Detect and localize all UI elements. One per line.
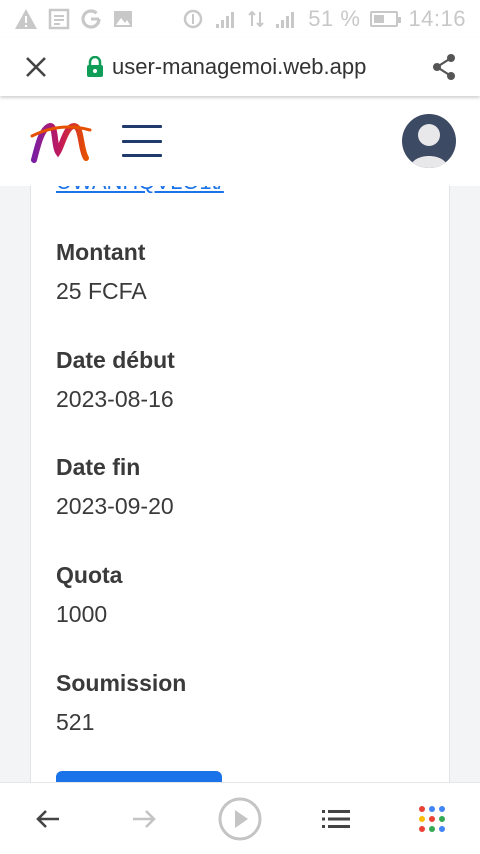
menu-icon-bar (122, 125, 162, 128)
field-value: 1000 (56, 601, 108, 627)
image-icon (114, 11, 132, 27)
notes-icon (48, 8, 70, 30)
field-date-debut: Date début 2023-08-16 (56, 347, 175, 413)
field-label: Montant (56, 239, 146, 265)
clock: 14:16 (408, 6, 466, 31)
share-button[interactable] (424, 47, 464, 87)
field-value: 25 FCFA (56, 278, 147, 304)
battery-percent: 51 % (308, 6, 361, 31)
field-label: Quota (56, 562, 123, 588)
field-value: 2023-08-16 (56, 386, 174, 412)
browser-bottom-nav (0, 782, 480, 854)
url-text: user-managemoi.web.app (112, 54, 367, 79)
warning-icon (15, 9, 37, 29)
status-left-icons (14, 8, 134, 30)
field-quota: Quota 1000 (56, 562, 122, 628)
user-avatar-icon (410, 124, 448, 168)
browser-toolbar: user-managemoi.web.app (0, 38, 480, 96)
menu-icon-bar (122, 154, 162, 157)
field-value: 521 (56, 709, 95, 735)
back-button[interactable] (18, 789, 78, 849)
data-saver-icon (184, 9, 203, 29)
back-arrow-icon (36, 809, 59, 828)
app-header (0, 96, 480, 186)
apps-button[interactable] (402, 789, 462, 849)
field-label: Date début (56, 347, 175, 373)
close-button[interactable] (16, 47, 56, 87)
forward-button[interactable] (114, 789, 174, 849)
close-icon (26, 57, 46, 77)
field-label: Date fin (56, 454, 141, 480)
play-icon (218, 797, 262, 840)
play-button[interactable] (210, 789, 270, 849)
detail-link[interactable]: UWANHQVLO1t/ (56, 186, 224, 195)
status-right-icons: 51 % 14:16 (182, 6, 466, 32)
field-soumission: Soumission 521 (56, 670, 186, 736)
apps-grid-icon (419, 805, 445, 832)
battery-level (374, 15, 385, 23)
signal-icon (216, 12, 235, 28)
forward-arrow-icon (133, 809, 156, 828)
signal-icon (276, 12, 295, 28)
detail-card: UWANHQVLO1t/ Montant 25 FCFA Date début … (30, 186, 450, 782)
app-logo[interactable] (28, 116, 92, 166)
lock-icon (87, 56, 103, 77)
google-icon (81, 9, 101, 29)
battery-icon (370, 11, 402, 27)
list-button[interactable] (306, 789, 366, 849)
menu-button[interactable] (122, 125, 162, 157)
field-montant: Montant 25 FCFA (56, 239, 147, 305)
share-icon (433, 54, 455, 80)
status-bar: 51 % 14:16 (0, 0, 480, 38)
user-avatar[interactable] (402, 114, 456, 168)
address-bar[interactable]: user-managemoi.web.app (56, 54, 424, 80)
field-label: Soumission (56, 670, 187, 696)
field-value: 2023-09-20 (56, 493, 174, 519)
network-icon (248, 10, 264, 28)
list-icon (322, 809, 350, 828)
detail-content: UWANHQVLO1t/ Montant 25 FCFA Date début … (0, 186, 480, 782)
menu-icon-bar (122, 139, 162, 143)
field-date-fin: Date fin 2023-09-20 (56, 454, 174, 520)
primary-button[interactable] (56, 771, 222, 782)
